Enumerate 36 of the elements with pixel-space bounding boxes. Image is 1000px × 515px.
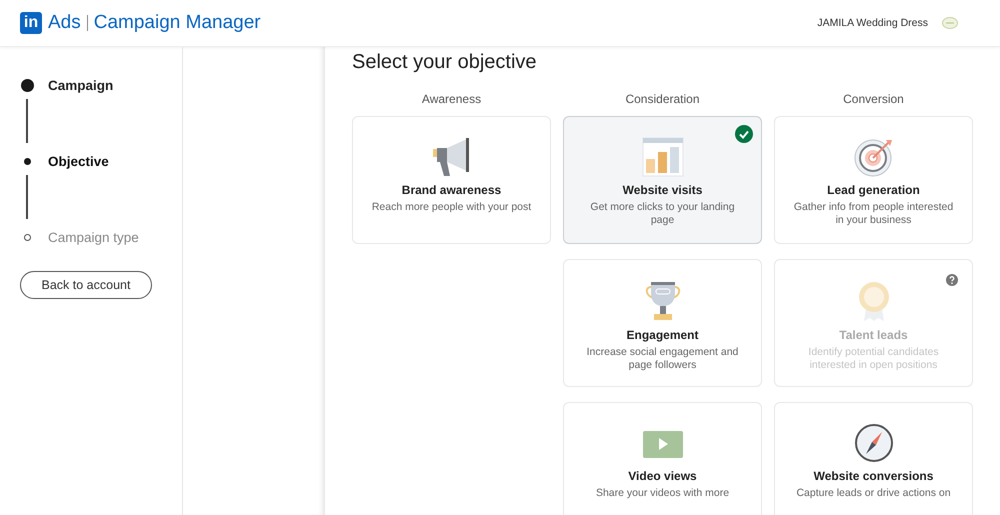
objective-card[interactable]: Brand awareness Reach more people with your post xyxy=(352,116,551,244)
card-description: Reach more people with your post xyxy=(372,201,532,214)
step-label[interactable]: Objective xyxy=(48,154,109,168)
card-title: Talent leads xyxy=(839,328,908,342)
card-title: Website visits xyxy=(622,183,702,197)
objective-card[interactable]: Website conversions Capture leads or drive actions on xyxy=(774,402,973,515)
objective-card[interactable]: Video views Share your videos with more xyxy=(563,402,762,515)
card-title: Website conversions xyxy=(814,469,934,483)
card-description: Identify potential candidates interested in open positions xyxy=(807,346,940,372)
target-icon xyxy=(852,137,894,177)
step-label[interactable]: Campaign type xyxy=(48,230,139,244)
step-label[interactable]: Campaign xyxy=(48,78,114,92)
card-description: Increase social engagement and page followers xyxy=(586,346,740,372)
card-description: Gather info from people interested in your business xyxy=(792,201,954,227)
check-icon xyxy=(735,125,753,143)
column-heading: Awareness xyxy=(420,92,482,106)
compass-icon xyxy=(852,423,894,463)
card-title: Brand awareness xyxy=(402,183,502,197)
objective-card[interactable]: Lead generation Gather info from people interested in your business xyxy=(774,116,973,244)
card-description: Get more clicks to your landing page xyxy=(589,201,736,227)
column-heading: Consideration xyxy=(624,92,701,106)
card-description: Share your videos with more xyxy=(596,487,730,500)
account-name[interactable]: JAMILA Wedding Dress xyxy=(817,17,928,29)
column-heading: Conversion xyxy=(842,92,905,106)
product-name: Ads xyxy=(48,12,81,34)
linkedin-logo: in xyxy=(20,12,42,34)
back-to-account-button[interactable]: Back to account xyxy=(20,271,152,299)
card-title: Lead generation xyxy=(827,183,920,197)
chart-icon xyxy=(642,137,684,177)
objective-card[interactable]: Engagement Increase social engagement and page followers xyxy=(563,259,762,387)
app-name: Campaign Manager xyxy=(94,12,261,34)
card-title: Engagement xyxy=(626,328,698,342)
objective-card[interactable]: Website visits Get more clicks to your landing page xyxy=(563,116,762,244)
page-title: Select your objective xyxy=(352,51,538,74)
card-title: Video views xyxy=(628,469,697,483)
card-description: Capture leads or drive actions on xyxy=(796,487,951,500)
